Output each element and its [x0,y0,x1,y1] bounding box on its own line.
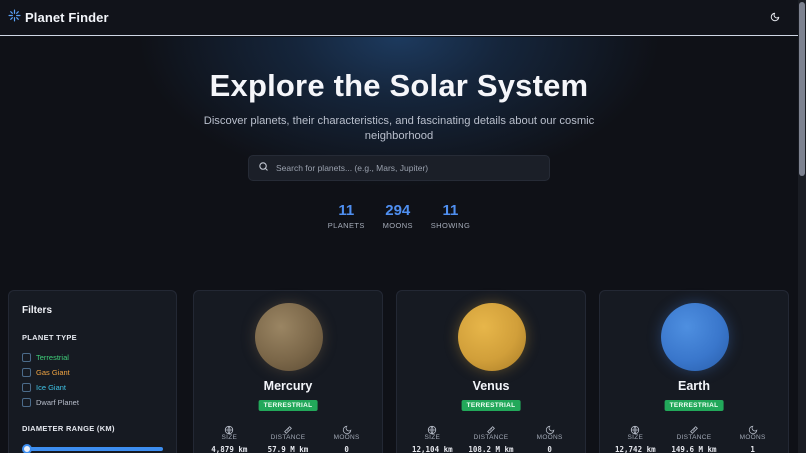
planet-type-badge: TERRESTRIAL [664,400,724,411]
stat-label: MOONS [382,221,413,230]
moon-icon [748,422,758,435]
metric-label: MOONS [536,434,563,441]
metric-size: SIZE 12,742 km [607,422,663,453]
planet-metrics: SIZE 12,742 km DISTANCE 149.6 M km MOONS… [606,422,782,453]
stat-label: PLANETS [327,221,365,230]
filter-terrestrial[interactable]: Terrestrial [22,350,163,365]
metric-value: 12,104 km [412,445,453,453]
planet-card-earth[interactable]: Earth TERRESTRIAL SIZE 12,742 km DISTANC… [599,290,789,453]
metric-label: DISTANCE [473,434,509,441]
diameter-range-heading: DIAMETER RANGE (KM) [22,424,115,433]
stats-row: 11 PLANETS 294 MOONS 11 SHOWING [0,202,798,230]
metric-value: 4,879 km [211,445,248,453]
metric-size: SIZE 12,104 km [404,422,460,453]
metric-moons: MOONS 1 [725,422,781,453]
ruler-icon [486,422,496,434]
filter-ice-giant[interactable]: Ice Giant [22,380,163,395]
filter-label: Ice Giant [36,383,67,392]
slider-track[interactable] [26,447,163,451]
metric-moons: MOONS 0 [319,422,375,453]
hero-title: Explore the Solar System [209,68,589,103]
metric-size: SIZE 4,879 km [201,422,257,453]
globe-icon [630,422,640,435]
planet-card-venus[interactable]: Venus TERRESTRIAL SIZE 12,104 km DISTANC… [396,290,586,453]
metric-label: SIZE [221,434,238,441]
checkbox[interactable] [22,353,31,362]
scrollbar-thumb[interactable] [799,2,805,176]
filter-label: Dwarf Planet [36,398,79,407]
metric-moons: MOONS 0 [522,422,578,453]
ruler-icon [283,422,293,434]
metric-value: 0 [344,445,349,453]
filters-title: Filters [22,305,53,316]
metric-label: DISTANCE [676,434,712,441]
filter-label: Terrestrial [36,353,69,362]
metric-label: DISTANCE [270,434,306,441]
metric-distance: DISTANCE 108.2 M km [463,422,519,453]
hero-subtitle: Discover planets, their characteristics,… [203,115,595,142]
slider-thumb[interactable] [22,444,32,453]
stat-value: 11 [442,202,459,219]
planet-type-badge: TERRESTRIAL [258,400,318,411]
metric-value: 12,742 km [615,445,656,453]
filter-gas-giant[interactable]: Gas Giant [22,365,163,380]
search-bar[interactable] [248,155,550,181]
planet-name: Venus [472,379,510,393]
stat-showing: 11 SHOWING [431,202,470,230]
planet-name: Mercury [263,379,313,393]
metric-distance: DISTANCE 57.9 M km [260,422,316,453]
app-title: Planet Finder [25,10,109,25]
diameter-range-slider[interactable] [22,444,163,453]
stat-planets: 11 PLANETS [328,202,365,230]
metric-label: SIZE [424,434,441,441]
metric-value: 57.9 M km [267,445,309,453]
brand[interactable]: Planet Finder [8,8,109,27]
stat-value: 11 [338,202,355,219]
metric-label: MOONS [739,434,766,441]
search-icon [258,159,269,177]
metric-distance: DISTANCE 149.6 M km [666,422,722,453]
metric-label: MOONS [333,434,360,441]
stat-value: 294 [385,202,411,219]
sparkle-icon [8,8,21,27]
top-navbar: Planet Finder [0,0,798,36]
metric-value: 1 [750,445,755,453]
checkbox[interactable] [22,368,31,377]
search-input[interactable] [276,163,549,173]
moon-icon [545,422,555,435]
metric-value: 0 [547,445,552,453]
planet-type-heading: PLANET TYPE [22,333,77,342]
planet-type-badge: TERRESTRIAL [461,400,521,411]
planet-image [255,303,323,371]
planet-metrics: SIZE 12,104 km DISTANCE 108.2 M km MOONS… [403,422,579,453]
filters-panel: Filters PLANET TYPE Terrestrial Gas Gian… [8,290,177,453]
globe-icon [224,422,234,435]
metric-label: SIZE [627,434,644,441]
hero-section: Explore the Solar System Discover planet… [0,37,798,287]
planet-name: Earth [678,379,710,393]
theme-toggle-button[interactable] [766,9,784,27]
moon-icon [770,9,780,27]
planet-metrics: SIZE 4,879 km DISTANCE 57.9 M km MOONS 0 [200,422,376,453]
planet-image [458,303,526,371]
metric-value: 108.2 M km [468,445,514,453]
checkbox[interactable] [22,398,31,407]
ruler-icon [689,422,699,434]
planet-image [661,303,729,371]
globe-icon [427,422,437,435]
stat-label: SHOWING [430,221,471,230]
filter-label: Gas Giant [36,368,70,377]
page-scrollbar[interactable] [798,0,806,453]
planet-card-mercury[interactable]: Mercury TERRESTRIAL SIZE 4,879 km DISTAN… [193,290,383,453]
metric-value: 149.6 M km [671,445,717,453]
filter-dwarf-planet[interactable]: Dwarf Planet [22,395,163,410]
stat-moons: 294 MOONS [381,202,415,230]
moon-icon [342,422,352,435]
checkbox[interactable] [22,383,31,392]
